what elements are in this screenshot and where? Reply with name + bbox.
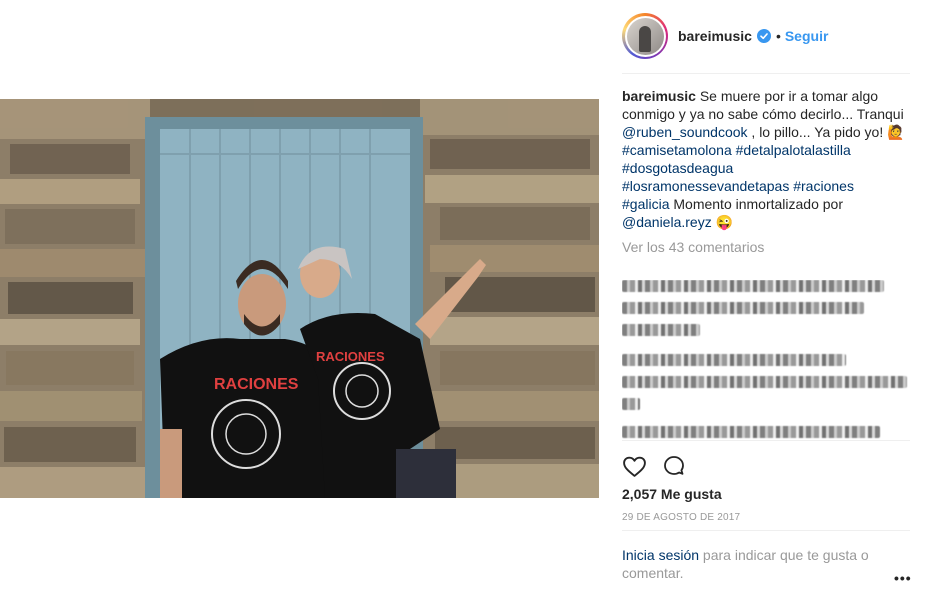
comment-bubble-icon — [664, 456, 684, 475]
login-prompt: Inicia sesión para indicar que te gusta … — [622, 546, 902, 582]
divider — [622, 530, 910, 531]
username[interactable]: bareimusic — [678, 28, 752, 44]
hashtag-link[interactable]: #losramonessevandetapas — [622, 178, 789, 194]
post-header: bareimusic • Seguir — [622, 11, 910, 61]
verified-badge-icon — [756, 29, 771, 43]
blurred-comment-line — [622, 426, 880, 438]
comments-list — [622, 280, 910, 440]
story-ring[interactable] — [622, 13, 668, 59]
blurred-comment-line — [622, 280, 884, 292]
caption-text-end: Momento inmortalizado por — [669, 196, 844, 212]
like-button[interactable] — [622, 452, 650, 480]
caption-username[interactable]: bareimusic — [622, 88, 696, 104]
likes-count[interactable]: 2,057 Me gusta — [622, 486, 722, 502]
hashtag-link[interactable]: #raciones — [793, 178, 854, 194]
photo-illustration: RACIONES RACIONES — [0, 99, 599, 498]
photo-area: RACIONES RACIONES — [0, 0, 610, 593]
login-link[interactable]: Inicia sesión — [622, 547, 699, 563]
caption-text-mid: , lo pillo... Ya pido yo! 🙋 — [747, 124, 905, 140]
hashtag-link[interactable]: #detalpalotalastilla — [736, 142, 851, 158]
post-side-panel: bareimusic • Seguir bareimusic Se muere … — [622, 0, 912, 593]
view-all-comments-link[interactable]: Ver los 43 comentarios — [622, 238, 910, 256]
post-date: 29 DE AGOSTO DE 2017 — [622, 512, 741, 523]
divider — [622, 440, 910, 441]
separator-dot: • — [775, 28, 781, 44]
blurred-comment-line — [622, 302, 864, 314]
hashtag-link[interactable]: #dosgotasdeagua — [622, 160, 733, 176]
divider — [622, 73, 910, 74]
shirt-text-left: RACIONES — [214, 376, 299, 393]
blurred-comment-line — [622, 324, 700, 336]
blurred-comment-line — [622, 398, 640, 410]
more-options-button[interactable]: ••• — [894, 570, 912, 586]
mention-link[interactable]: @daniela.reyz — [622, 214, 712, 230]
post-actions — [622, 452, 910, 480]
avatar[interactable] — [626, 17, 664, 55]
heart-outline-icon — [623, 456, 646, 477]
hashtag-link[interactable]: #galicia — [622, 196, 669, 212]
caption: bareimusic Se muere por ir a tomar algo … — [622, 87, 910, 256]
post-photo[interactable]: RACIONES RACIONES — [0, 99, 599, 498]
caption-emoji: 😜 — [711, 214, 734, 230]
hashtag-link[interactable]: #camisetamolona — [622, 142, 732, 158]
comment-button[interactable] — [662, 452, 690, 480]
follow-button[interactable]: Seguir — [785, 28, 829, 44]
shirt-text-right: RACIONES — [316, 349, 385, 364]
mention-link[interactable]: @ruben_soundcook — [622, 124, 748, 140]
blurred-comment-line — [622, 376, 907, 388]
blurred-comment-line — [622, 354, 846, 366]
